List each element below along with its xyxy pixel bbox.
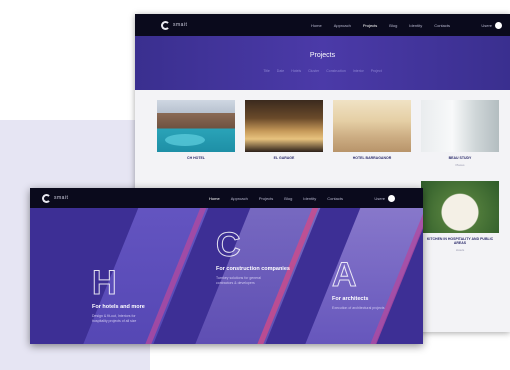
nav-identity[interactable]: Identity (303, 196, 316, 201)
project-caption: EL GARAGE (273, 156, 295, 160)
logo[interactable]: smait (42, 193, 69, 203)
project-category: Places (455, 162, 465, 167)
user-label: Usere (374, 195, 385, 201)
nav-contacts[interactable]: Contacts (434, 23, 450, 28)
project-card[interactable]: CH HOTEL (157, 100, 235, 167)
landing-page-window: smait Home Approach Projects Blog Identi… (30, 188, 423, 344)
project-caption: CH HOTEL (187, 156, 205, 160)
project-caption: HOTEL BARRAGANOR (352, 156, 392, 160)
nav-approach[interactable]: Approach (334, 23, 351, 28)
nav-identity[interactable]: Identity (409, 23, 422, 28)
audience-column-construction[interactable]: C For construction companies Turnkey sol… (216, 228, 290, 286)
nav-blog[interactable]: Blog (284, 196, 292, 201)
logo[interactable]: smait (161, 20, 188, 30)
top-nav: smait Home Approach Projects Blog Identi… (30, 188, 423, 208)
top-nav: smait Home Approach Projects Blog Identi… (135, 14, 510, 36)
filter-item[interactable]: Date (277, 69, 284, 73)
filter-item[interactable]: Cluster (308, 69, 319, 73)
column-title: For construction companies (216, 266, 290, 272)
project-card[interactable]: BEAU STUDY Places (421, 100, 499, 167)
column-letter: C (216, 226, 242, 264)
project-image (245, 100, 323, 152)
nav-projects[interactable]: Projects (259, 196, 273, 201)
project-image (333, 100, 411, 152)
nav-blog[interactable]: Blog (389, 23, 397, 28)
filter-item[interactable]: Hotels (291, 69, 301, 73)
nav-links: Home Approach Projects Blog Identity Con… (311, 23, 450, 28)
nav-home[interactable]: Home (311, 23, 322, 28)
logo-icon (42, 193, 51, 203)
project-filters: Title Date Hotels Cluster Construction I… (135, 69, 510, 73)
nav-home[interactable]: Home (209, 196, 220, 201)
column-letter: H (92, 264, 118, 302)
project-card[interactable]: KITCHEN IN HOSPITALITY AND PUBLIC AREAS … (421, 180, 499, 252)
user-icon (388, 194, 395, 202)
filter-item[interactable]: Construction (326, 69, 346, 73)
column-description: Turnkey solutions for general contractor… (216, 276, 262, 285)
page-title: Projects (309, 52, 336, 59)
column-title: For hotels and more (92, 304, 145, 310)
project-card[interactable]: EL GARAGE (245, 100, 323, 167)
project-card[interactable]: HOTEL BARRAGANOR (333, 100, 411, 167)
nav-projects[interactable]: Projects (363, 23, 377, 28)
column-letter: A (332, 256, 358, 294)
user-menu[interactable]: Usere (374, 188, 395, 208)
screenshot-stage: smait Home Approach Projects Blog Identi… (0, 0, 510, 370)
audience-column-hotels[interactable]: H For hotels and more Design & fit-out, … (92, 266, 152, 324)
user-menu[interactable]: Usere (481, 14, 502, 36)
project-image (421, 100, 499, 152)
column-description: Design & fit-out, Interiors for hospital… (92, 314, 137, 323)
logo-icon (161, 20, 170, 30)
logo-text: smait (173, 22, 188, 28)
project-category: Hotels (455, 247, 465, 252)
projects-hero: Projects Title Date Hotels Cluster Const… (135, 36, 510, 90)
logo-text: smait (54, 195, 69, 201)
nav-contacts[interactable]: Contacts (327, 196, 343, 201)
filter-item[interactable]: Interior (353, 69, 364, 73)
audience-column-architects[interactable]: A For architects Execution of architectu… (332, 258, 392, 311)
filter-item[interactable]: Project (371, 69, 382, 73)
project-caption: BEAU STUDY (448, 156, 472, 160)
nav-approach[interactable]: Approach (231, 196, 248, 201)
column-description: Execution of architectural projects (332, 306, 385, 310)
user-icon (495, 21, 502, 29)
project-image (157, 100, 235, 152)
nav-links: Home Approach Projects Blog Identity Con… (209, 196, 343, 201)
filter-item[interactable]: Title (263, 69, 269, 73)
column-title: For architects (332, 296, 369, 302)
project-caption: KITCHEN IN HOSPITALITY AND PUBLIC AREAS (426, 236, 494, 246)
user-label: Usere (481, 22, 492, 28)
project-image (421, 180, 499, 233)
